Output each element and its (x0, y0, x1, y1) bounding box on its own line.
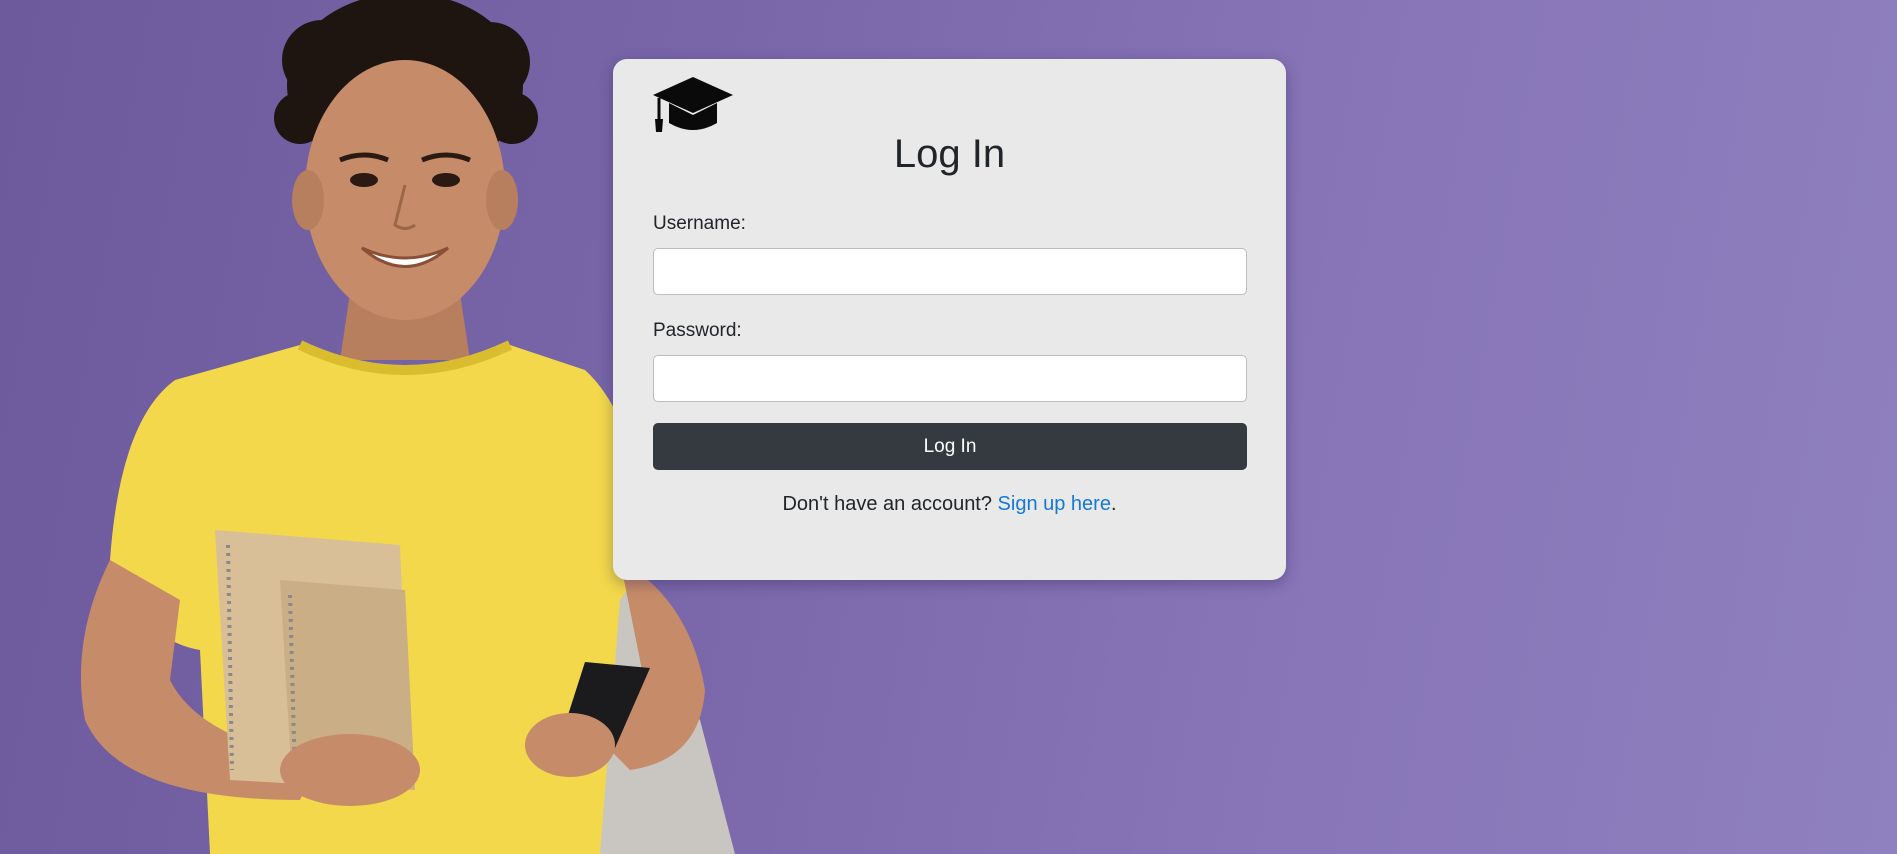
signup-link[interactable]: Sign up here (998, 493, 1111, 515)
signup-prompt-text: Don't have an account? (782, 493, 998, 515)
login-button[interactable]: Log In (653, 423, 1247, 470)
login-card: Log In Username: Password: Log In Don't … (613, 59, 1286, 580)
graduation-cap-icon (653, 77, 733, 132)
signup-prompt-suffix: . (1110, 493, 1117, 515)
password-label: Password: (653, 320, 742, 341)
username-input[interactable] (653, 248, 1247, 295)
signup-prompt: Don't have an account? Sign up here. (613, 493, 1286, 516)
password-input[interactable] (653, 355, 1247, 402)
username-label: Username: (653, 213, 746, 234)
page-title: Log In (893, 132, 1006, 176)
